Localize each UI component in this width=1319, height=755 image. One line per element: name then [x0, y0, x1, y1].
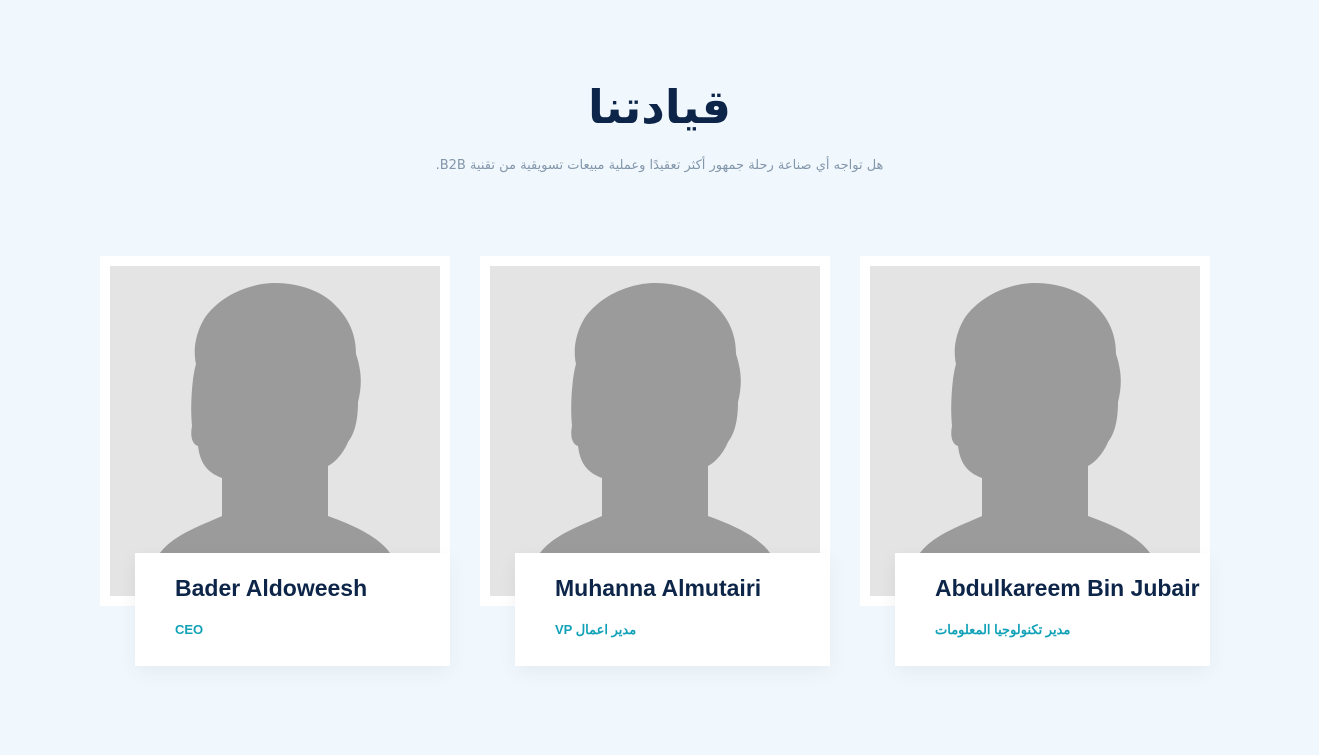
- member-photo: [870, 266, 1200, 596]
- member-name: Bader Aldoweesh: [175, 575, 368, 601]
- member-info: Muhanna Almutairi VP مدير اعمال: [515, 553, 830, 666]
- team-member-card: Muhanna Almutairi VP مدير اعمال: [480, 256, 830, 666]
- member-name: Abdulkareem Bin Jubair: [935, 575, 1200, 601]
- avatar-placeholder-icon: [538, 282, 772, 596]
- section-subtitle: هل تواجه أي صناعة رحلة جمهور أكثر تعقيدً…: [435, 158, 884, 173]
- team-member-card: Bader Aldoweesh CEO: [100, 256, 450, 666]
- section-title: قيادتنا: [587, 80, 732, 134]
- member-role: مدير تكنولوجيا المعلومات: [935, 622, 1071, 637]
- member-role: CEO: [175, 622, 204, 637]
- avatar-placeholder-icon: [918, 282, 1152, 596]
- team-member-card: Abdulkareem Bin Jubair مدير تكنولوجيا ال…: [860, 256, 1210, 666]
- member-role: VP مدير اعمال: [555, 622, 637, 637]
- avatar-placeholder-icon: [158, 282, 392, 596]
- member-photo: [110, 266, 440, 596]
- member-info: Abdulkareem Bin Jubair مدير تكنولوجيا ال…: [895, 553, 1210, 666]
- member-info: Bader Aldoweesh CEO: [135, 553, 450, 666]
- leadership-section: قيادتنا هل تواجه أي صناعة رحلة جمهور أكث…: [0, 0, 1319, 755]
- member-name: Muhanna Almutairi: [555, 575, 762, 601]
- member-photo: [490, 266, 820, 596]
